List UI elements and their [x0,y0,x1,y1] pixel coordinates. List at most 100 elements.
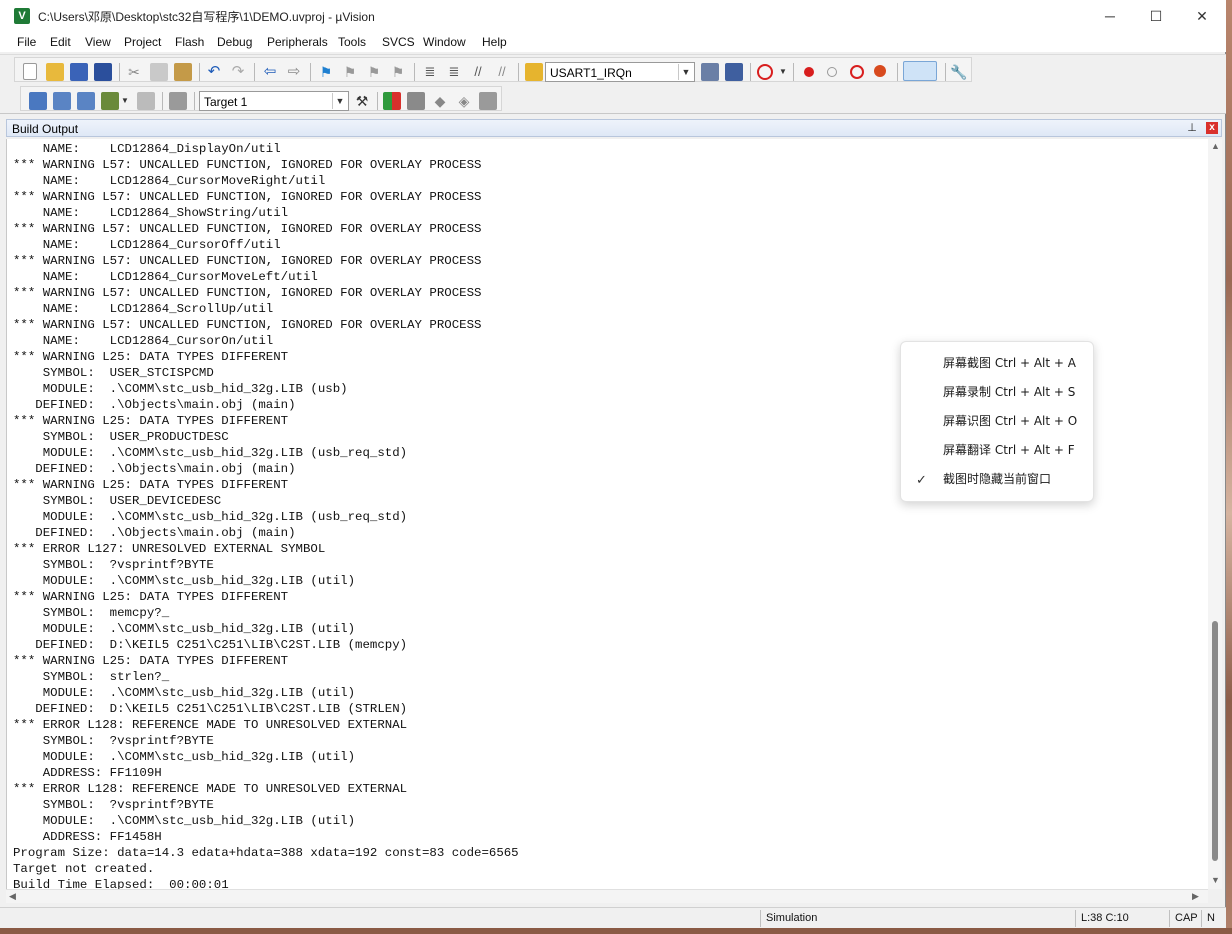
uncomment-icon[interactable]: // [493,63,511,81]
build-icon[interactable] [53,92,71,110]
toolbar-separator [119,63,120,81]
menu-window[interactable]: Window [423,35,466,49]
minimize-button[interactable]: ─ [1087,0,1133,32]
unindent-icon[interactable]: ≣ [445,63,463,81]
configure-icon[interactable]: 🔧 [950,63,968,81]
bookmark-icon[interactable]: ⚑ [317,63,335,81]
manage-components-icon[interactable] [383,92,401,110]
find-in-files-icon[interactable] [525,63,543,81]
scrollbar-thumb[interactable] [1212,621,1218,861]
disable-breakpoint-icon[interactable] [827,67,837,77]
output-line: MODULE: .\COMM\stc_usb_hid_32g.LIB (util… [13,814,356,828]
open-icon[interactable] [46,63,64,81]
new-file-icon[interactable] [23,63,37,80]
download-icon[interactable] [169,92,187,110]
disable-all-breakpoints-icon[interactable] [850,65,864,79]
menu-item-screen-record[interactable]: 屏幕录制 Ctrl + Alt + S [901,378,1093,407]
horizontal-scrollbar[interactable]: ◀ ▶ [6,889,1208,903]
save-all-icon[interactable] [94,63,112,81]
function-select[interactable]: USART1_IRQn ▼ [545,62,695,82]
find-icon[interactable] [701,63,719,81]
menu-item-screen-translate[interactable]: 屏幕翻译 Ctrl + Alt + F [901,436,1093,465]
scroll-right-icon[interactable]: ▶ [1192,891,1199,902]
output-line: NAME: LCD12864_CursorOff/util [13,238,281,252]
output-line: *** WARNING L57: UNCALLED FUNCTION, IGNO… [13,222,482,236]
window-layout-icon[interactable] [903,61,937,81]
select-pack-icon[interactable]: ◆ [431,92,449,110]
clear-bookmarks-icon[interactable]: ⚑ [389,63,407,81]
menu-peripherals[interactable]: Peripherals [267,35,328,49]
build-output-pane[interactable]: NAME: LCD12864_DisplayOn/util *** WARNIN… [6,139,1222,889]
menu-item-screenshot[interactable]: 屏幕截图 Ctrl + Alt + A [901,349,1093,378]
pin-icon[interactable]: ⊥ [1185,121,1199,135]
close-window-button[interactable]: ✕ [1179,0,1225,32]
output-line: MODULE: .\COMM\stc_usb_hid_32g.LIB (util… [13,686,356,700]
output-line: *** WARNING L25: DATA TYPES DIFFERENT [13,350,289,364]
scroll-left-icon[interactable]: ◀ [9,891,16,902]
menu-item-screen-ocr[interactable]: 屏幕识图 Ctrl + Alt + O [901,407,1093,436]
comment-icon[interactable]: // [469,63,487,81]
event-recorder-icon[interactable] [479,92,497,110]
debug-session-icon[interactable] [757,64,773,80]
maximize-button[interactable]: ☐ [1133,0,1179,32]
nav-forward-icon[interactable]: ⇨ [285,63,303,81]
paste-icon[interactable] [174,63,192,81]
output-line: DEFINED: .\Objects\main.obj (main) [13,462,296,476]
output-line: MODULE: .\COMM\stc_usb_hid_32g.LIB (util… [13,574,356,588]
menu-project[interactable]: Project [124,35,161,49]
toolbar-separator [199,63,200,81]
output-line: ADDRESS: FF1458H [13,830,162,844]
toolbar-separator [162,92,163,110]
menu-debug[interactable]: Debug [217,35,252,49]
indent-icon[interactable]: ≣ [421,63,439,81]
cut-icon[interactable]: ✂ [125,63,143,81]
vertical-scrollbar[interactable]: ▲ ▼ [1208,139,1222,889]
save-icon[interactable] [70,63,88,81]
toolbar-group-main: ✂ ↶ ↷ ⇦ ⇨ ⚑ ⚑ ⚑ ⚑ ≣ ≣ // // USART1_IRQn … [14,57,972,82]
menu-item-hide-window[interactable]: ✓ 截图时隐藏当前窗口 [901,465,1093,494]
chevron-down-icon[interactable]: ▼ [678,64,693,80]
nav-back-icon[interactable]: ⇦ [261,63,279,81]
scroll-up-icon[interactable]: ▲ [1211,141,1220,151]
output-line: SYMBOL: ?vsprintf?BYTE [13,798,214,812]
close-panel-button[interactable]: x [1206,122,1218,134]
menu-view[interactable]: View [85,35,111,49]
menu-item-label: 屏幕翻译 Ctrl + Alt + F [943,443,1075,457]
menu-edit[interactable]: Edit [50,35,71,49]
prev-bookmark-icon[interactable]: ⚑ [341,63,359,81]
target-options-icon[interactable]: ⚒ [353,92,371,110]
chevron-down-icon[interactable]: ▼ [779,63,797,81]
screenshot-context-menu: 屏幕截图 Ctrl + Alt + A 屏幕录制 Ctrl + Alt + S … [900,341,1094,502]
status-cursor-position: L:38 C:10 [1075,910,1167,927]
desktop-background-bottom [0,928,1232,934]
menu-svcs[interactable]: SVCS [382,35,415,49]
pack-installer-icon[interactable] [407,92,425,110]
output-line: MODULE: .\COMM\stc_usb_hid_32g.LIB (usb_… [13,446,408,460]
incremental-find-icon[interactable] [725,63,743,81]
scroll-down-icon[interactable]: ▼ [1211,875,1220,885]
target-select-value: Target 1 [204,95,248,109]
undo-icon[interactable]: ↶ [205,63,223,81]
menu-flash[interactable]: Flash [175,35,204,49]
toolbar-separator [254,63,255,81]
batch-build-icon[interactable] [101,92,119,110]
menu-tools[interactable]: Tools [338,35,366,49]
stop-build-icon[interactable] [137,92,155,110]
next-bookmark-icon[interactable]: ⚑ [365,63,383,81]
output-line: DEFINED: D:\KEIL5 C251\C251\LIB\C2ST.LIB… [13,638,408,652]
target-select[interactable]: Target 1 ▼ [199,91,349,111]
menu-help[interactable]: Help [482,35,507,49]
redo-icon[interactable]: ↷ [229,63,247,81]
copy-icon[interactable] [150,63,168,81]
chevron-down-icon[interactable]: ▼ [332,93,347,109]
output-line: NAME: LCD12864_DisplayOn/util [13,142,281,156]
breakpoint-icon[interactable] [804,67,814,77]
title-bar: V C:\Users\邓原\Desktop\stc32自写程序\1\DEMO.u… [0,0,1226,32]
rebuild-icon[interactable] [77,92,95,110]
translate-icon[interactable] [29,92,47,110]
output-line: MODULE: .\COMM\stc_usb_hid_32g.LIB (usb) [13,382,348,396]
kill-breakpoints-icon[interactable] [874,65,886,77]
file-extensions-icon[interactable]: ◈ [455,92,473,110]
output-line: *** WARNING L57: UNCALLED FUNCTION, IGNO… [13,286,482,300]
menu-file[interactable]: File [17,35,36,49]
